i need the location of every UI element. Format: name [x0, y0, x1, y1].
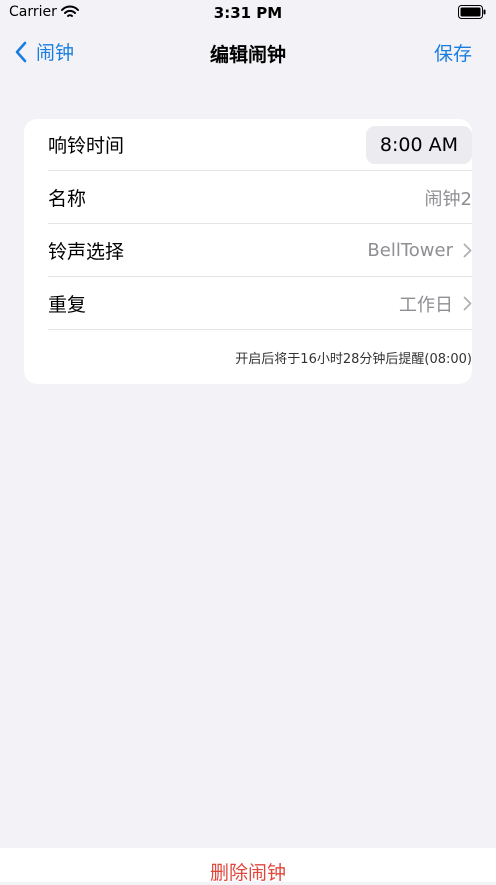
alarm-name-label: 名称: [48, 188, 87, 210]
bottom-bar: 删除闹钟: [0, 848, 496, 885]
battery-icon: [458, 5, 486, 19]
alarm-settings-card: 响铃时间 8:00 AM 名称 闹钟2 铃声选择 BellTower 重复 工作…: [24, 119, 472, 384]
alarm-name-value[interactable]: 闹钟2: [425, 185, 472, 211]
delete-alarm-button[interactable]: 删除闹钟: [210, 858, 286, 885]
ringtone-label: 铃声选择: [48, 241, 125, 263]
ringtone-value-group: BellTower: [367, 240, 472, 261]
alarm-name-row[interactable]: 名称 闹钟2: [48, 172, 472, 224]
alarm-hint-row: 开启后将于16小时28分钟后提醒(08:00): [48, 331, 472, 383]
alarm-time-row: 响铃时间 8:00 AM: [48, 119, 472, 171]
save-button[interactable]: 保存: [434, 39, 472, 66]
ringtone-value: BellTower: [367, 240, 453, 261]
status-time: 3:31 PM: [213, 4, 283, 22]
alarm-time-label: 响铃时间: [48, 135, 125, 157]
ringtone-row[interactable]: 铃声选择 BellTower: [48, 225, 472, 277]
status-bar: Carrier 3:31 PM: [0, 0, 496, 26]
repeat-value: 工作日: [399, 294, 453, 316]
repeat-value-group: 工作日: [399, 291, 472, 317]
repeat-label: 重复: [48, 294, 87, 316]
navigation-bar: 闹钟 编辑闹钟 保存: [0, 26, 496, 78]
alarm-time-picker[interactable]: 8:00 AM: [365, 125, 472, 164]
chevron-right-icon: [463, 243, 472, 258]
alarm-reminder-hint: 开启后将于16小时28分钟后提醒(08:00): [235, 351, 472, 367]
page-title: 编辑闹钟: [209, 44, 286, 66]
chevron-right-icon: [463, 296, 472, 311]
repeat-row[interactable]: 重复 工作日: [48, 278, 472, 330]
